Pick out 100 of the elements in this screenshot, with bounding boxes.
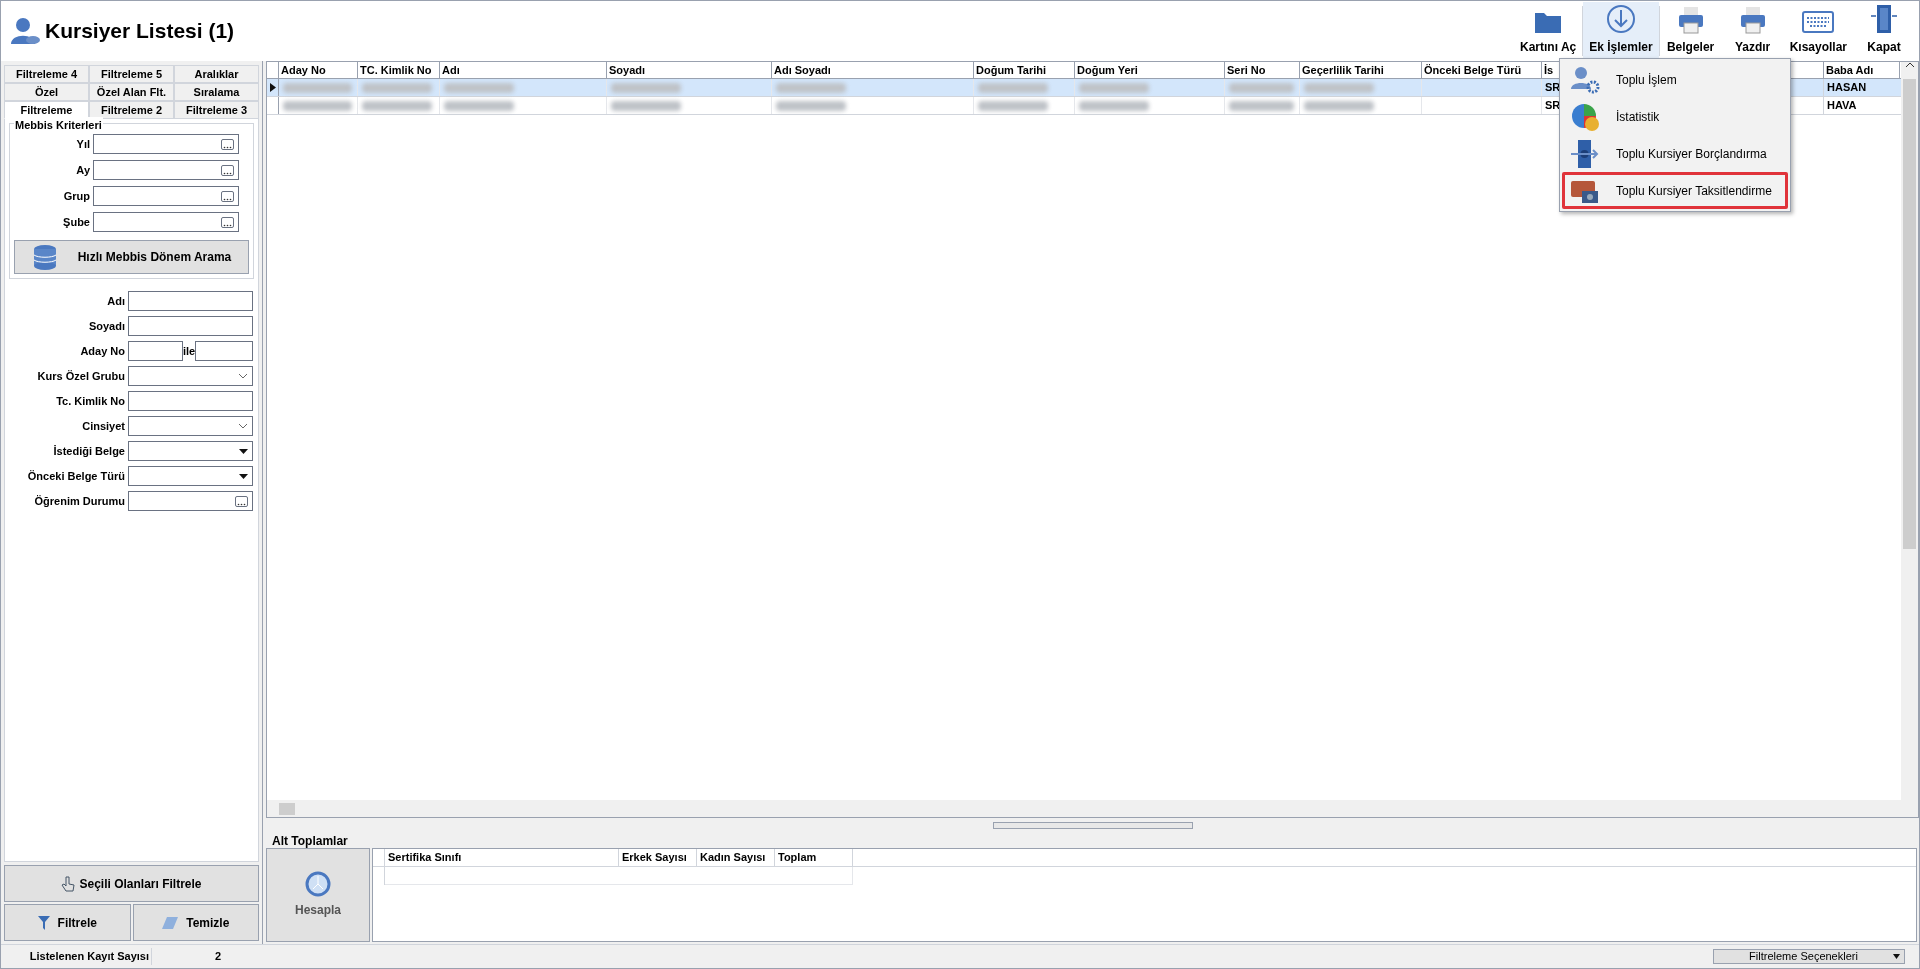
wheel-icon xyxy=(305,871,331,897)
toolbar-button[interactable]: Belgeler xyxy=(1659,2,1722,60)
picker-field[interactable] xyxy=(93,134,239,154)
field-label: Soyadı xyxy=(87,318,125,334)
column-header: Aday No xyxy=(279,62,358,78)
toolbar-button[interactable]: Kısayollar xyxy=(1783,2,1853,60)
field-label: Önceki Belge Türü xyxy=(26,468,125,484)
ellipsis-icon xyxy=(237,502,246,506)
field-label: Kurs Özel Grubu xyxy=(36,368,125,384)
menu-item[interactable]: Toplu Kursiyer Borçlandırma xyxy=(1562,135,1788,172)
column-header: TC. Kimlik No xyxy=(358,62,440,78)
tab[interactable]: Özel xyxy=(4,83,89,101)
redacted-text xyxy=(444,100,514,111)
tab[interactable]: Filtreleme 2 xyxy=(89,101,174,119)
dropdown-arrow-icon xyxy=(239,473,248,479)
folder-icon xyxy=(1534,10,1563,34)
calculate-button[interactable]: Hesapla xyxy=(266,848,370,942)
text-field[interactable] xyxy=(195,341,253,361)
scroll-up-icon xyxy=(1905,62,1914,67)
dropdown-arrow-icon xyxy=(1893,954,1900,959)
tab[interactable]: Sıralama xyxy=(174,83,259,101)
picker-field[interactable] xyxy=(93,186,239,206)
column-header: Baba Adı xyxy=(1824,62,1900,78)
redacted-text xyxy=(283,100,352,111)
toolbar-button[interactable]: Yazdır xyxy=(1721,2,1784,60)
redacted-text xyxy=(1229,100,1294,111)
redacted-text xyxy=(978,100,1048,111)
vertical-scrollbar[interactable] xyxy=(1901,62,1918,800)
tab[interactable]: Aralıklar xyxy=(174,65,259,83)
field-label: Cinsiyet xyxy=(81,418,125,434)
status-label: Listelenen Kayıt Sayısı xyxy=(28,949,150,965)
funnel-icon xyxy=(37,915,50,930)
field-label: Ay xyxy=(75,162,90,178)
redacted-text xyxy=(776,100,846,111)
text-field[interactable] xyxy=(128,291,253,311)
column-header: Adı xyxy=(440,62,607,78)
users-gear-icon xyxy=(1570,64,1600,95)
tab[interactable]: Filtreleme 5 xyxy=(89,65,174,83)
clear-button[interactable]: Temizle xyxy=(132,904,259,941)
toolbar-button[interactable]: Kartını Aç xyxy=(1514,2,1583,60)
redacted-text xyxy=(283,82,352,93)
toolbar-button[interactable]: Kapat xyxy=(1853,2,1915,60)
transfer-icon xyxy=(1570,138,1600,169)
tab[interactable]: Özel Alan Flt. xyxy=(89,83,174,101)
chevron-down-icon xyxy=(238,423,248,429)
field-label: Aday No xyxy=(79,343,125,359)
keyboard-icon xyxy=(1802,10,1835,34)
redacted-text xyxy=(1304,82,1374,93)
redacted-text xyxy=(611,82,681,93)
dropdown-arrow-icon xyxy=(239,448,248,454)
options-dropdown[interactable]: Filtreleme Seçenekleri xyxy=(1713,949,1905,964)
user-group-icon xyxy=(9,17,41,45)
text-field[interactable] xyxy=(128,316,253,336)
eraser-icon xyxy=(162,916,179,929)
text-field[interactable] xyxy=(128,391,253,411)
redacted-text xyxy=(611,100,681,111)
combo-box[interactable] xyxy=(128,416,253,436)
ellipsis-icon xyxy=(223,223,232,227)
tab[interactable]: Filtreleme 4 xyxy=(4,65,89,83)
redacted-text xyxy=(1079,100,1149,111)
search-button[interactable]: Hızlı Mebbis Dönem Arama xyxy=(14,240,249,274)
redacted-text xyxy=(362,82,432,93)
column-header: Sertifika Sınıfı xyxy=(385,849,619,866)
tab[interactable]: Filtreleme xyxy=(4,101,89,119)
field-label: Adı xyxy=(106,293,125,309)
field-label: Şube xyxy=(62,214,90,230)
field-label: Öğrenim Durumu xyxy=(33,493,125,509)
column-header: Seri No xyxy=(1225,62,1300,78)
field-label: Tc. Kimlik No xyxy=(55,393,125,409)
status-value: 2 xyxy=(151,948,225,965)
text-field[interactable] xyxy=(128,341,183,361)
dropdown[interactable] xyxy=(128,441,253,461)
table-cell-text: HAVA xyxy=(1826,98,1858,114)
picker-field[interactable] xyxy=(93,160,239,180)
menu-item[interactable]: Toplu Kursiyer Taksitlendirme xyxy=(1562,172,1788,209)
section-title: Alt Toplamlar xyxy=(271,833,349,848)
window-title: Kursiyer Listesi (1) xyxy=(45,18,235,45)
dropdown[interactable] xyxy=(128,466,253,486)
toolbar-button[interactable]: Ek İşlemler xyxy=(1583,2,1659,60)
picker-field[interactable] xyxy=(128,491,253,511)
tab[interactable]: Filtreleme 3 xyxy=(174,101,259,119)
redacted-text xyxy=(1304,100,1374,111)
field-label: Grup xyxy=(62,188,90,204)
picker-field[interactable] xyxy=(93,212,239,232)
column-header: Erkek Sayısı xyxy=(619,849,697,866)
pointer-hand-icon xyxy=(61,875,76,892)
table-cell-text: HASAN xyxy=(1826,80,1868,96)
horizontal-scrollbar[interactable] xyxy=(267,800,1918,817)
column-header: Önceki Belge Türü xyxy=(1422,62,1542,78)
range-joiner-label: ile xyxy=(183,343,196,359)
filter-button[interactable]: Filtrele xyxy=(4,904,131,941)
printer-icon xyxy=(1738,6,1767,34)
filter-selected-button[interactable]: Seçili Olanları Filtrele xyxy=(4,865,259,902)
column-header: Soyadı xyxy=(607,62,772,78)
column-header: Doğum Yeri xyxy=(1075,62,1225,78)
splitter-handle[interactable] xyxy=(992,821,1193,829)
download-icon xyxy=(1605,4,1636,34)
redacted-text xyxy=(444,82,514,93)
combo-box[interactable] xyxy=(128,366,253,386)
printer-icon xyxy=(1676,6,1705,34)
